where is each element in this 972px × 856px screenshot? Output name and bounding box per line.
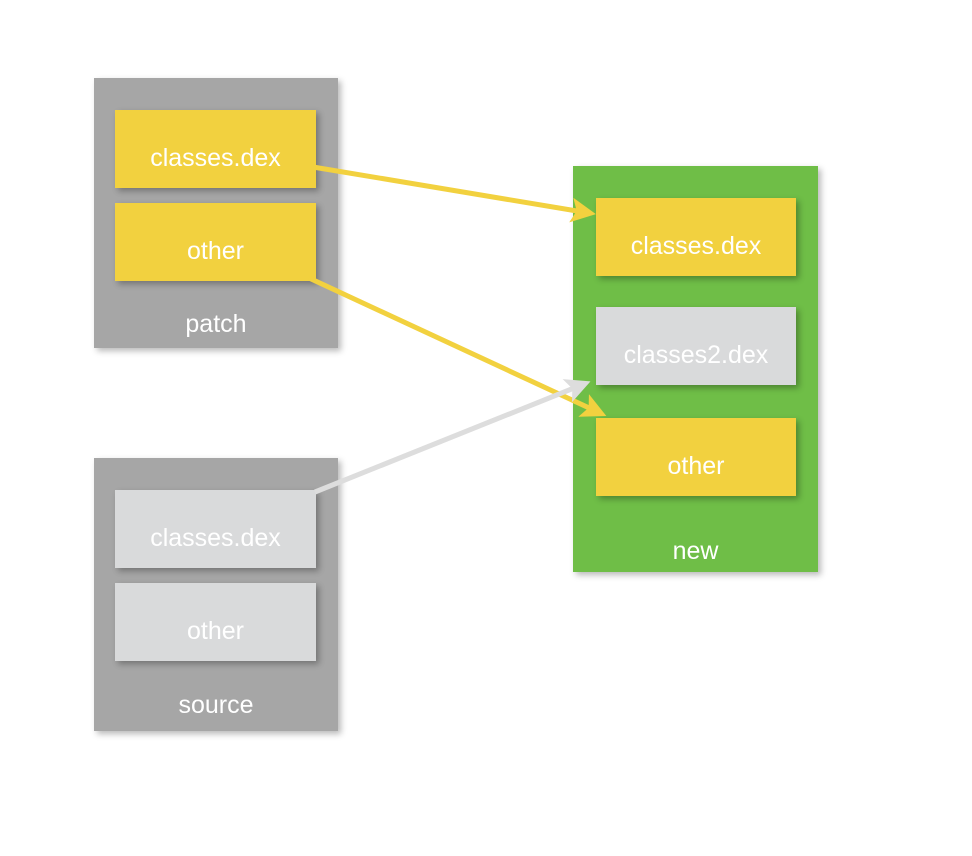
- box-new-other[interactable]: other: [596, 418, 796, 496]
- box-patch-classes-dex-label: classes.dex: [150, 143, 281, 172]
- arrow-patch-other-to-new-other: [307, 275, 607, 417]
- diagram-canvas: patch classes.dex other source classes.d…: [0, 0, 972, 856]
- group-patch-label: patch: [185, 310, 247, 338]
- box-new-classes-dex[interactable]: classes.dex: [596, 198, 796, 276]
- arrow-patch-classes-to-new-classes: [312, 164, 596, 223]
- box-new-classes2-dex-label: classes2.dex: [623, 340, 769, 369]
- box-patch-other[interactable]: other: [115, 203, 316, 281]
- box-new-classes2-dex[interactable]: classes2.dex: [596, 307, 796, 385]
- box-source-other[interactable]: other: [115, 583, 316, 661]
- box-new-other-label: other: [667, 451, 725, 480]
- box-new-classes-dex-label: classes.dex: [630, 231, 762, 260]
- box-source-other-label: other: [187, 616, 244, 645]
- box-source-classes-dex-label: classes.dex: [150, 523, 281, 552]
- arrow-source-classes-to-new-classes2: [314, 379, 591, 495]
- box-source-classes-dex[interactable]: classes.dex: [115, 490, 316, 568]
- box-patch-classes-dex[interactable]: classes.dex: [115, 110, 316, 188]
- box-patch-other-label: other: [187, 236, 244, 265]
- group-new-label: new: [672, 537, 719, 565]
- group-source-label: source: [178, 691, 254, 719]
